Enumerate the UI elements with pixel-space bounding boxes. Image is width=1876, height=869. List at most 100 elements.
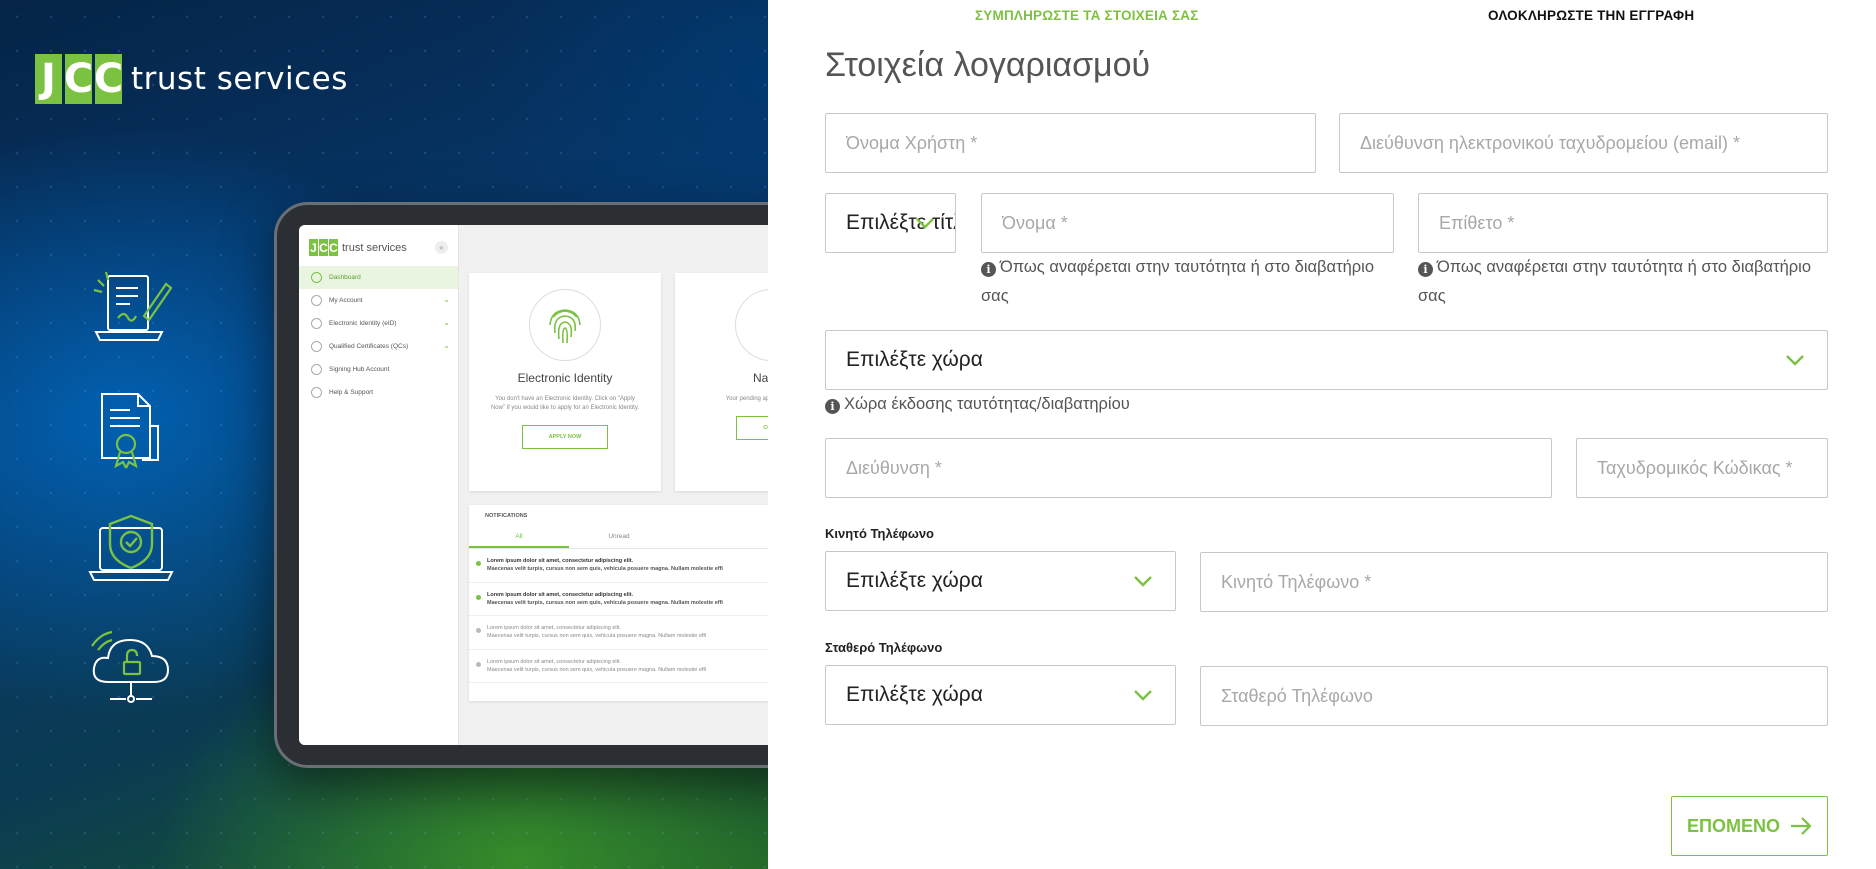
- tablet-sidebar: J C C trust services « Dashboard My Acco…: [299, 225, 459, 745]
- logo-letter: J: [35, 54, 62, 104]
- chevron-down-icon: [1134, 690, 1152, 701]
- tablet-nav-item: Signing Hub Account: [299, 358, 458, 381]
- notification-line: Maecenas velit turpis, cursus non sem qu…: [487, 599, 723, 606]
- continue-button: CONT: [736, 416, 768, 440]
- hint-text: Όπως αναφέρεται στην ταυτότητα ή στο δια…: [1000, 258, 1374, 276]
- notification-row: Lorem ipsum dolor sit amet, consectetur …: [469, 650, 768, 683]
- step-complete-registration[interactable]: ΟΛΟΚΛΗΡΩΣΤΕ ΤΗΝ ΕΓΓΡΑΦΗ: [1488, 8, 1694, 23]
- info-icon: i: [1418, 262, 1433, 278]
- chevron-down-icon: ⌄: [443, 295, 450, 304]
- certificate-icon: [101, 393, 159, 469]
- logo-letter: J: [309, 239, 318, 256]
- logo-letter: C: [63, 54, 94, 104]
- chevron-down-icon: [1786, 355, 1804, 366]
- nav-label: Dashboard: [329, 274, 361, 281]
- shield-laptop-icon: [88, 514, 174, 581]
- chevron-down-icon: [1134, 576, 1152, 587]
- tablet-card-eid: Electronic Identity You don't have an El…: [469, 273, 661, 491]
- info-icon: i: [981, 262, 996, 278]
- hint-text: σας: [981, 286, 1009, 305]
- mobile-field-box: [1200, 552, 1828, 612]
- collapse-icon: «: [435, 241, 448, 254]
- landline-field-box: [1200, 666, 1828, 726]
- registration-form: ΣΥΜΠΛΗΡΩΣΤΕ ΤΑ ΣΤΟΙΧΕΙΑ ΣΑΣ ΟΛΟΚΛΗΡΩΣΤΕ …: [768, 0, 1876, 869]
- notification-line: Lorem ipsum dolor sit amet, consectetur …: [487, 558, 634, 564]
- cloud-lock-icon: [91, 630, 170, 703]
- nav-label: Help & Support: [329, 389, 374, 396]
- mobile-country-select[interactable]: Επιλέξτε χώρα: [825, 551, 1176, 611]
- nav-label: Signing Hub Account: [329, 366, 390, 373]
- chevron-down-icon: [916, 218, 934, 229]
- email-field-box: [1339, 113, 1828, 173]
- email-input[interactable]: [1340, 114, 1827, 172]
- tablet-card-natural: Natura Your pending appli Please contact…: [675, 273, 768, 491]
- logo-letter: C: [329, 239, 338, 256]
- next-button-label: ΕΠΟΜΕΝΟ: [1686, 815, 1780, 836]
- tablet-nav-item: Dashboard: [299, 266, 458, 289]
- tablet-nav-item: Qualified Certificates (QCs) ⌄: [299, 335, 458, 358]
- address-input[interactable]: [826, 439, 1551, 497]
- country-hint: i Χώρα έκδοσης ταυτότητας/διαβατηρίου: [825, 390, 1130, 419]
- logo-text: trust services: [131, 61, 348, 97]
- card-description: Your pending appli Please contact: [725, 396, 768, 402]
- landline-country-value: Επιλέξτε χώρα: [846, 683, 983, 706]
- first-name-hint: i Όπως αναφέρεται στην ταυτότητα ή στο δι…: [981, 253, 1411, 311]
- last-name-input[interactable]: [1419, 194, 1827, 252]
- tab-unread: Unread: [608, 533, 630, 540]
- last-name-hint: i Όπως αναφέρεται στην ταυτότητα ή στο δι…: [1418, 253, 1848, 311]
- tab-all: All: [469, 527, 569, 548]
- nav-label: Qualified Certificates (QCs): [329, 343, 409, 350]
- progress-steps: ΣΥΜΠΛΗΡΩΣΤΕ ΤΑ ΣΤΟΙΧΕΙΑ ΣΑΣ ΟΛΟΚΛΗΡΩΣΤΕ …: [768, 8, 1876, 28]
- chevron-down-icon: ⌄: [443, 341, 450, 350]
- arrow-right-icon: [1791, 817, 1812, 835]
- info-icon: i: [825, 399, 840, 415]
- mobile-label: Κινητό Τηλέφωνο: [825, 526, 934, 541]
- hint-text: Χώρα έκδοσης ταυτότητας/διαβατηρίου: [844, 395, 1130, 413]
- document-sign-icon: [93, 271, 173, 341]
- logo-letter: C: [93, 54, 124, 104]
- notifications-header: NOTIFICATIONS: [485, 513, 528, 519]
- logo-letter: C: [319, 239, 328, 256]
- tablet-logo: J C C trust services «: [299, 225, 458, 266]
- apply-now-button: APPLY NOW: [521, 425, 609, 449]
- first-name-input[interactable]: [982, 194, 1393, 252]
- jcc-logo: J C C trust services: [35, 54, 348, 104]
- notification-row: Lorem ipsum dolor sit amet, consectetur …: [469, 549, 768, 583]
- tablet-screen: J C C trust services « Dashboard My Acco…: [299, 225, 768, 745]
- notification-line: Maecenas velit turpis, cursus non sem qu…: [487, 566, 723, 573]
- notification-line: Maecenas velit turpis, cursus non sem qu…: [487, 633, 707, 640]
- logo-text: trust services: [342, 241, 407, 254]
- first-name-field-box: [981, 193, 1394, 253]
- notification-row: Lorem ipsum dolor sit amet, consectetur …: [469, 583, 768, 616]
- mobile-phone-input[interactable]: [1201, 553, 1827, 611]
- chevron-down-icon: ⌄: [443, 318, 450, 327]
- title-select-value: Επιλέξτε τίτλο: [846, 211, 955, 234]
- fingerprint-icon: [529, 289, 601, 361]
- tablet-nav-item: My Account ⌄: [299, 289, 458, 312]
- username-input[interactable]: [826, 114, 1315, 172]
- last-name-field-box: [1418, 193, 1828, 253]
- tablet-mockup: J C C trust services « Dashboard My Acco…: [274, 202, 768, 768]
- mobile-country-value: Επιλέξτε χώρα: [846, 569, 983, 592]
- notification-row: Lorem ipsum dolor sit amet, consectetur …: [469, 616, 768, 650]
- next-button[interactable]: ΕΠΟΜΕΝΟ: [1671, 796, 1828, 856]
- tablet-nav-item: Help & Support: [299, 381, 458, 404]
- hint-text: Όπως αναφέρεται στην ταυτότητα ή στο δια…: [1437, 258, 1811, 276]
- country-select[interactable]: Επιλέξτε χώρα: [825, 330, 1828, 390]
- hero-panel: J C C trust services J C C trust service…: [0, 0, 768, 869]
- step-fill-details[interactable]: ΣΥΜΠΛΗΡΩΣΤΕ ΤΑ ΣΤΟΙΧΕΙΑ ΣΑΣ: [975, 8, 1199, 23]
- country-select-value: Επιλέξτε χώρα: [846, 348, 983, 371]
- title-select[interactable]: Επιλέξτε τίτλο: [825, 193, 956, 253]
- nav-label: Electronic Identity (eID): [329, 320, 397, 327]
- postal-code-input[interactable]: [1577, 439, 1827, 497]
- landline-phone-input[interactable]: [1201, 667, 1827, 725]
- username-field-box: [825, 113, 1316, 173]
- tablet-nav: Dashboard My Account ⌄ Electronic Identit…: [299, 266, 458, 404]
- card-title: Electronic Identity: [517, 371, 613, 385]
- landline-country-select[interactable]: Επιλέξτε χώρα: [825, 665, 1176, 725]
- notification-line: Lorem ipsum dolor sit amet, consectetur …: [487, 658, 621, 665]
- notification-line: Lorem ipsum dolor sit amet, consectetur …: [487, 591, 634, 598]
- landline-label: Σταθερό Τηλέφωνο: [825, 640, 943, 655]
- notification-line: Maecenas velit turpis, cursus non sem qu…: [487, 666, 707, 673]
- page-title: Στοιχεία λογαριασμού: [825, 46, 1151, 84]
